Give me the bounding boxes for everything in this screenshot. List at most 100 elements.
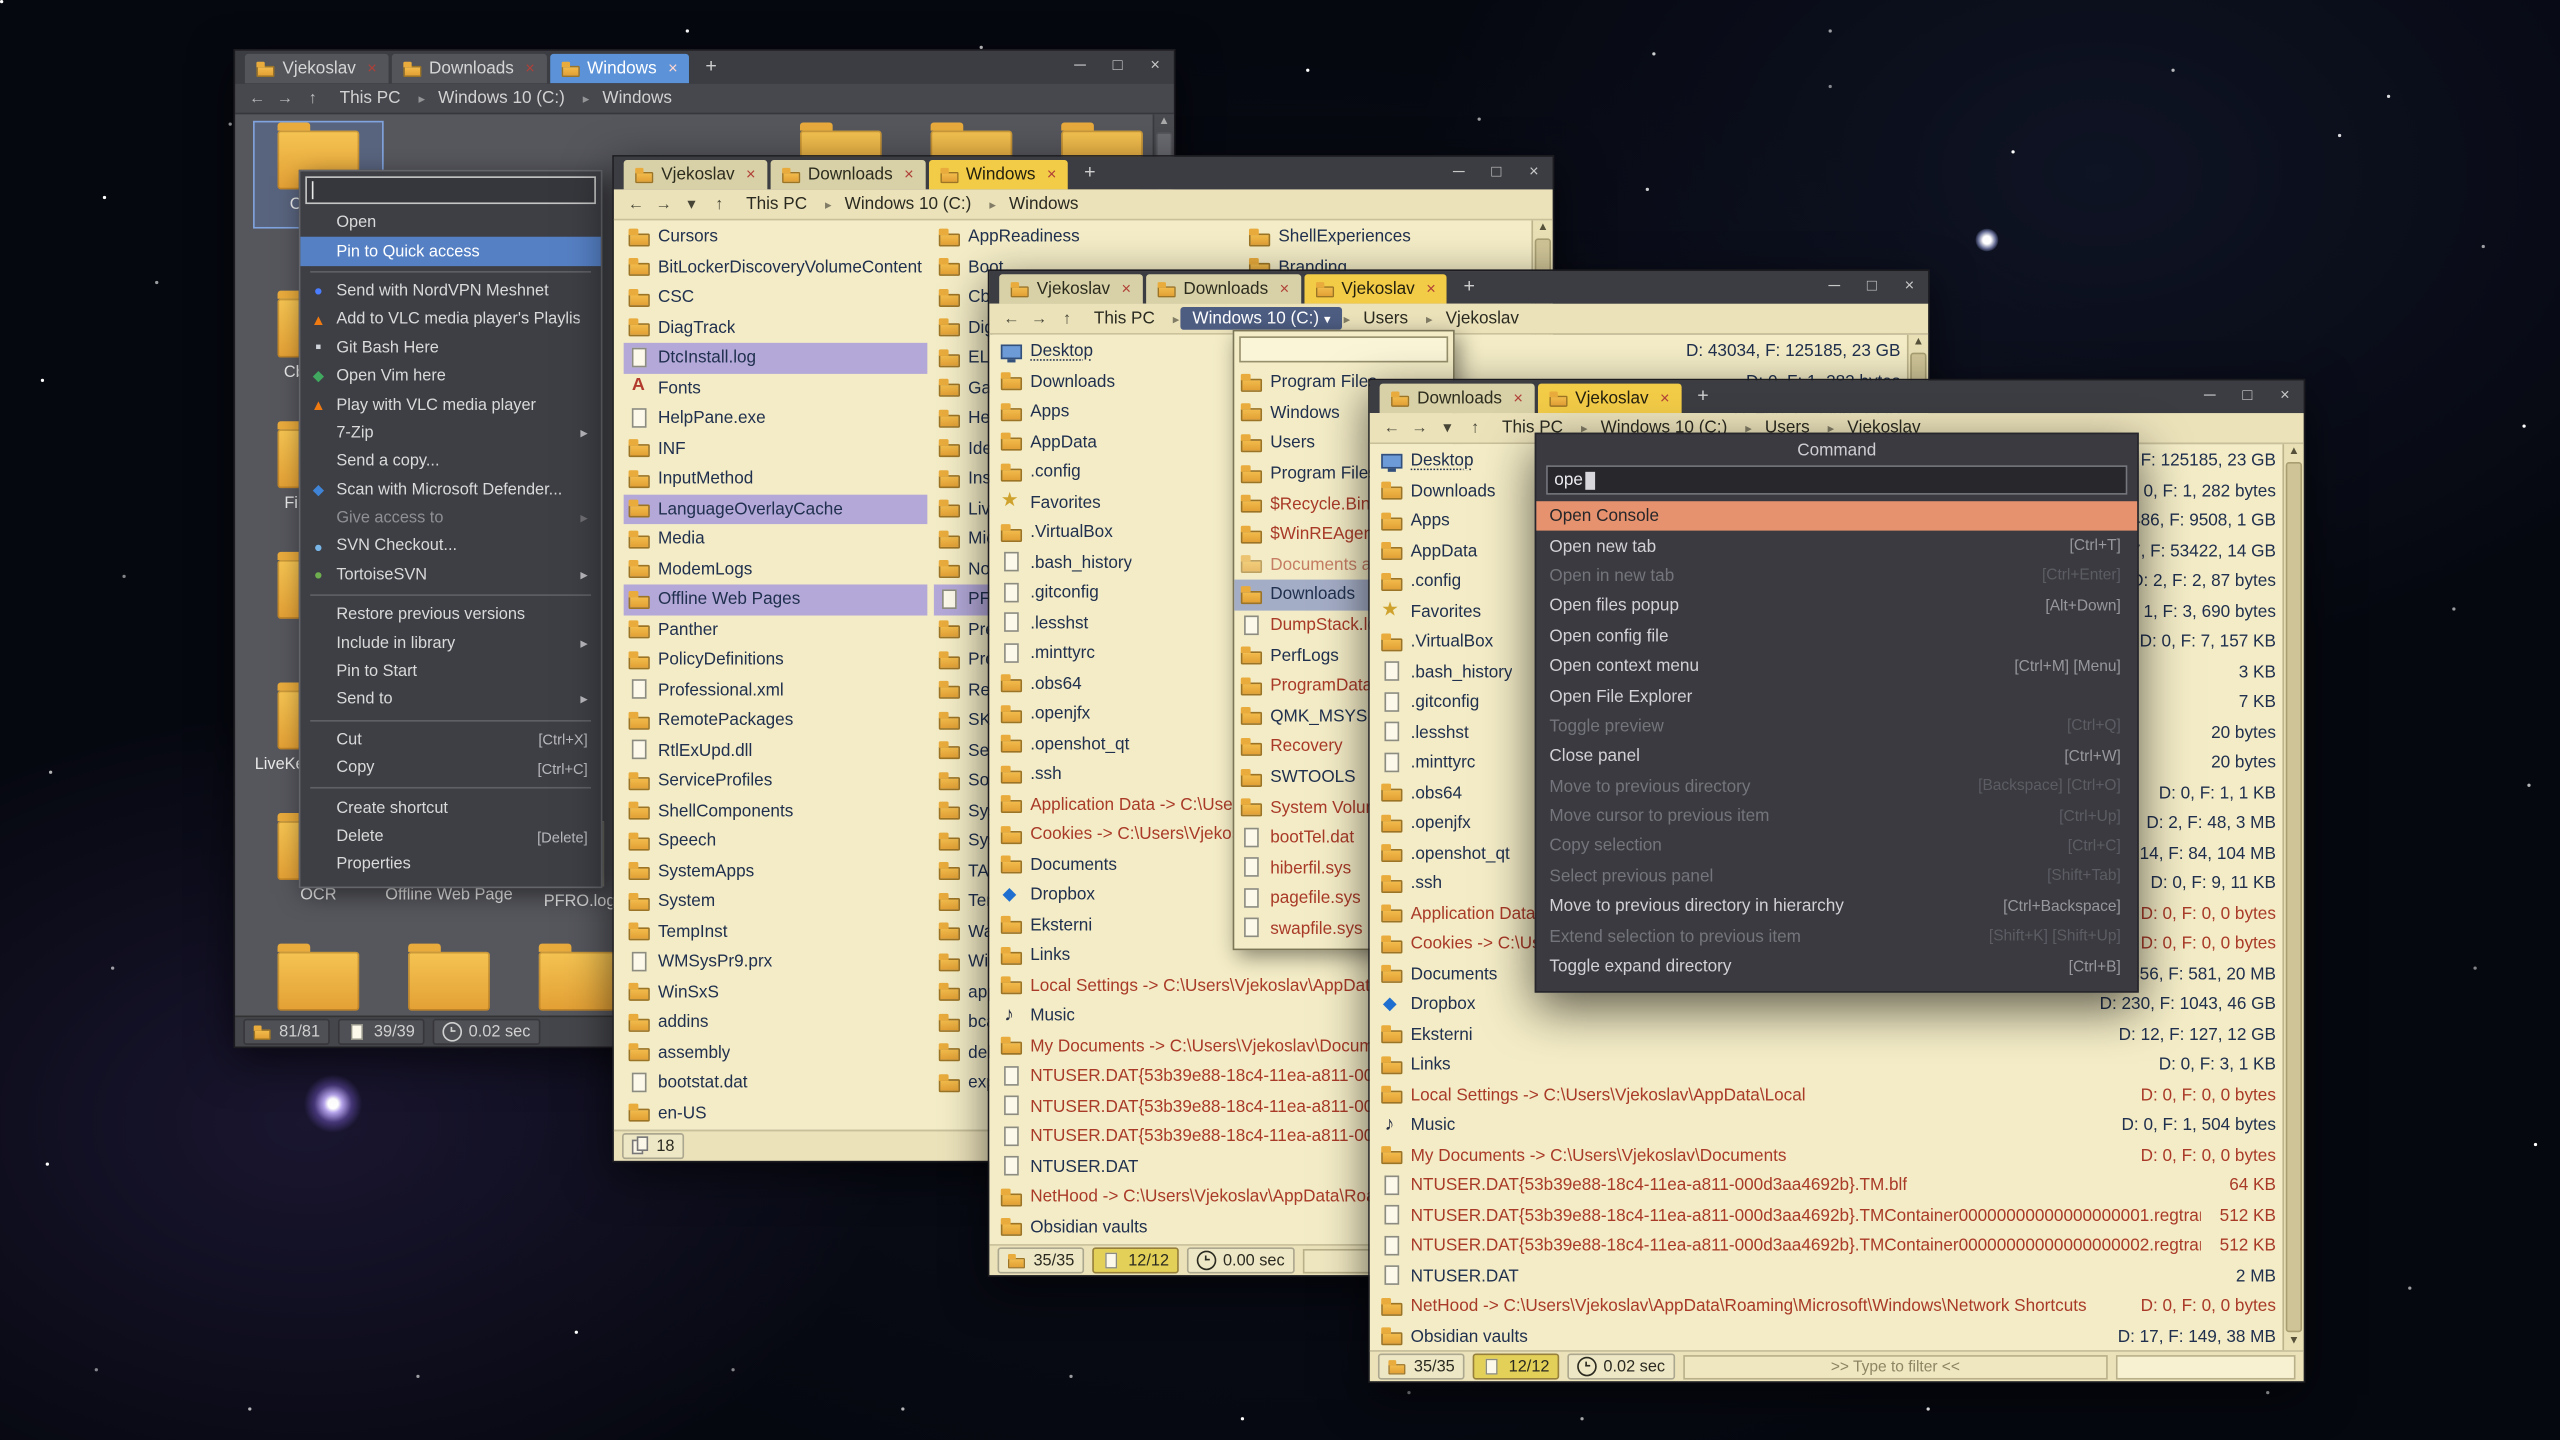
file-row[interactable]: System: [624, 887, 928, 917]
dropdown-filter-input[interactable]: [1239, 336, 1448, 362]
close-tab-icon[interactable]: ×: [1122, 280, 1132, 298]
file-row[interactable]: addins: [624, 1007, 928, 1037]
context-menu-item[interactable]: Cut [Ctrl+X]: [300, 726, 600, 754]
breadcrumb-item[interactable]: Windows: [998, 193, 1095, 216]
file-row[interactable]: AppReadiness: [934, 222, 1238, 252]
file-row[interactable]: Music D: 0, F: 1, 504 bytes: [1376, 1110, 2280, 1140]
command-item[interactable]: Open files popup [Alt+Down]: [1536, 591, 2137, 621]
context-menu-item[interactable]: Give access to ▸: [300, 504, 600, 532]
command-item[interactable]: Open Console: [1536, 501, 2137, 531]
close-button[interactable]: ×: [1136, 51, 1174, 84]
file-row[interactable]: LanguageOverlayCache: [624, 494, 928, 524]
close-tab-icon[interactable]: ×: [904, 166, 914, 184]
file-row[interactable]: My Documents -> C:\Users\Vjekoslav\Docum…: [1376, 1140, 2280, 1170]
minimize-button[interactable]: ─: [1440, 157, 1478, 190]
file-row[interactable]: RemotePackages: [624, 705, 928, 735]
file-row[interactable]: WMSysPr9.prx: [624, 947, 928, 977]
tab[interactable]: Vjekoslav ×: [1538, 384, 1681, 413]
close-tab-icon[interactable]: ×: [1660, 389, 1670, 407]
file-row[interactable]: Obsidian vaults D: 17, F: 149, 38 MB: [1376, 1322, 2280, 1351]
breadcrumb-item[interactable]: This PC: [1082, 307, 1171, 330]
command-item[interactable]: Open new tab [Ctrl+T]: [1536, 531, 2137, 561]
file-row[interactable]: DtcInstall.log: [624, 343, 928, 373]
file-row[interactable]: Media: [624, 524, 928, 554]
context-menu-item[interactable]: 7-Zip ▸: [300, 419, 600, 447]
context-menu-item[interactable]: [310, 594, 591, 596]
back-button[interactable]: ←: [245, 89, 269, 107]
command-item[interactable]: Move to previous directory in hierarchy …: [1536, 892, 2137, 922]
tab[interactable]: Vjekoslav ×: [624, 160, 767, 189]
tab[interactable]: Vjekoslav ×: [1304, 274, 1447, 303]
up-button[interactable]: ↑: [300, 89, 324, 107]
context-menu-item[interactable]: Properties: [300, 851, 600, 879]
minimize-button[interactable]: ─: [1061, 51, 1099, 84]
context-menu-item[interactable]: Copy [Ctrl+C]: [300, 754, 600, 782]
file-row[interactable]: Eksterni D: 12, F: 127, 12 GB: [1376, 1020, 2280, 1050]
file-row[interactable]: Cursors: [624, 222, 928, 252]
file-row[interactable]: NTUSER.DAT{53b39e88-18c4-11ea-a811-000d3…: [1376, 1171, 2280, 1201]
close-button[interactable]: ×: [2266, 380, 2304, 413]
command-item[interactable]: Open context menu [Ctrl+M] [Menu]: [1536, 651, 2137, 681]
maximize-button[interactable]: □: [1853, 271, 1891, 304]
file-grid-item[interactable]: [255, 944, 382, 1016]
tab[interactable]: Downloads ×: [1380, 384, 1535, 413]
context-menu-item[interactable]: Restore previous versions: [300, 601, 600, 629]
back-button[interactable]: ←: [1380, 419, 1404, 437]
forward-button[interactable]: →: [651, 195, 675, 213]
up-button[interactable]: ↑: [707, 195, 731, 213]
tab[interactable]: Windows ×: [928, 160, 1068, 189]
file-row[interactable]: WinSxS: [624, 977, 928, 1007]
tab[interactable]: Windows ×: [550, 54, 690, 83]
context-menu-item[interactable]: Open Vim here: [300, 362, 600, 390]
file-row[interactable]: CSC: [624, 282, 928, 312]
new-tab-button[interactable]: +: [1450, 271, 1488, 304]
command-item[interactable]: Select previous panel [Shift+Tab]: [1536, 862, 2137, 892]
new-tab-button[interactable]: +: [1684, 380, 1722, 413]
close-button[interactable]: ×: [1891, 271, 1929, 304]
context-menu-item[interactable]: Add to VLC media player's Playlist: [300, 306, 600, 334]
new-tab-button[interactable]: +: [1071, 157, 1109, 190]
file-row[interactable]: PolicyDefinitions: [624, 645, 928, 675]
forward-button[interactable]: →: [273, 89, 297, 107]
close-button[interactable]: ×: [1515, 157, 1553, 190]
maximize-button[interactable]: □: [1099, 51, 1137, 84]
context-menu-item[interactable]: Delete [Delete]: [300, 823, 600, 851]
context-menu-item[interactable]: Pin to Start: [300, 658, 600, 686]
breadcrumb-item[interactable]: Windows 10 (C:) ▾: [1181, 307, 1342, 330]
command-input[interactable]: ope: [1546, 465, 2127, 494]
breadcrumb-item[interactable]: Windows 10 (C:): [427, 87, 581, 110]
file-row[interactable]: Links D: 0, F: 3, 1 KB: [1376, 1050, 2280, 1080]
file-row[interactable]: SystemApps: [624, 856, 928, 886]
context-menu-item[interactable]: [310, 271, 591, 273]
breadcrumb-item[interactable]: Users: [1352, 307, 1425, 330]
file-row[interactable]: ModemLogs: [624, 554, 928, 584]
file-row[interactable]: Panther: [624, 615, 928, 645]
tab[interactable]: Vjekoslav ×: [999, 274, 1142, 303]
file-row[interactable]: Speech: [624, 826, 928, 856]
file-row[interactable]: Dropbox D: 230, F: 1043, 46 GB: [1376, 989, 2280, 1019]
up-button[interactable]: ↑: [1463, 419, 1487, 437]
history-dropdown-icon[interactable]: ▾: [679, 195, 703, 213]
file-row[interactable]: ServiceProfiles: [624, 766, 928, 796]
close-tab-icon[interactable]: ×: [525, 60, 535, 78]
file-row[interactable]: INF: [624, 433, 928, 463]
tab[interactable]: Downloads ×: [392, 54, 547, 83]
context-menu-item[interactable]: Scan with Microsoft Defender...: [300, 476, 600, 504]
file-row[interactable]: DiagTrack: [624, 313, 928, 343]
file-row[interactable]: NTUSER.DAT{53b39e88-18c4-11ea-a811-000d3…: [1376, 1231, 2280, 1261]
filter-field[interactable]: >> Type to filter <<: [1683, 1354, 2108, 1378]
maximize-button[interactable]: □: [2229, 380, 2267, 413]
command-item[interactable]: Move to previous directory [Backspace] […: [1536, 771, 2137, 801]
history-dropdown-icon[interactable]: ▾: [1435, 419, 1459, 437]
maximize-button[interactable]: □: [1478, 157, 1516, 190]
context-menu-item[interactable]: TortoiseSVN ▸: [300, 561, 600, 589]
minimize-button[interactable]: ─: [2191, 380, 2229, 413]
filter-input[interactable]: [2116, 1354, 2296, 1378]
tab[interactable]: Downloads ×: [770, 160, 925, 189]
file-row[interactable]: NetHood -> C:\Users\Vjekoslav\AppData\Ro…: [1376, 1291, 2280, 1321]
context-menu-item[interactable]: Send with NordVPN Meshnet: [300, 277, 600, 305]
file-row[interactable]: NTUSER.DAT 2 MB: [1376, 1261, 2280, 1291]
file-row[interactable]: RtlExUpd.dll: [624, 736, 928, 766]
file-row[interactable]: bootstat.dat: [624, 1068, 928, 1098]
breadcrumb-item[interactable]: This PC: [735, 193, 824, 216]
